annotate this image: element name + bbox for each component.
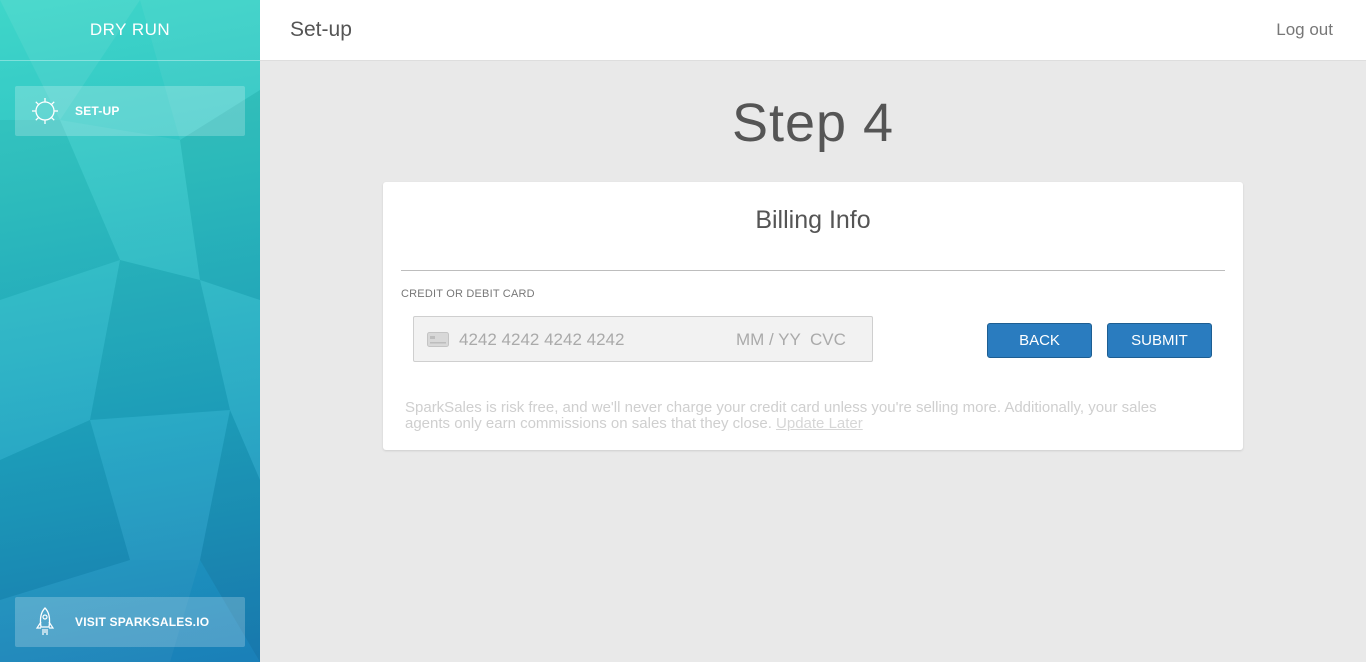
top-bar: Set-up Log out	[260, 0, 1366, 61]
cvc-placeholder[interactable]: CVC	[810, 330, 846, 350]
expiry-placeholder[interactable]: MM / YY	[736, 330, 801, 350]
brand-logo-text[interactable]: DRY RUN	[0, 0, 260, 61]
submit-button[interactable]: SUBMIT	[1107, 323, 1212, 358]
update-later-link[interactable]: Update Later	[776, 415, 863, 432]
step-title: Step 4	[731, 93, 895, 153]
divider	[401, 270, 1225, 271]
card-field-label: CREDIT OR DEBIT CARD	[401, 288, 535, 300]
sidebar-item-setup[interactable]: SET-UP	[15, 86, 245, 136]
credit-card-input[interactable]: 4242 4242 4242 4242 MM / YY CVC	[413, 316, 873, 362]
billing-note: SparkSales is risk free, and we'll never…	[405, 400, 1205, 432]
sidebar-item-label: SET-UP	[75, 104, 120, 118]
sidebar-item-label: VISIT SPARKSALES.IO	[75, 615, 210, 629]
sidebar: DRY RUN SET-UP VISIT SPARKSALES.IO	[0, 0, 260, 662]
logout-link[interactable]: Log out	[1276, 20, 1333, 40]
card-number-placeholder[interactable]: 4242 4242 4242 4242	[459, 330, 624, 350]
billing-card: Billing Info CREDIT OR DEBIT CARD 4242 4…	[383, 182, 1243, 450]
credit-card-icon	[427, 332, 449, 352]
back-button[interactable]: BACK	[987, 323, 1092, 358]
card-title: Billing Info	[755, 206, 871, 234]
sidebar-item-visit-sparksales[interactable]: VISIT SPARKSALES.IO	[15, 597, 245, 647]
gear-icon	[15, 86, 75, 136]
rocket-icon	[15, 597, 75, 647]
page-title: Set-up	[290, 18, 352, 41]
